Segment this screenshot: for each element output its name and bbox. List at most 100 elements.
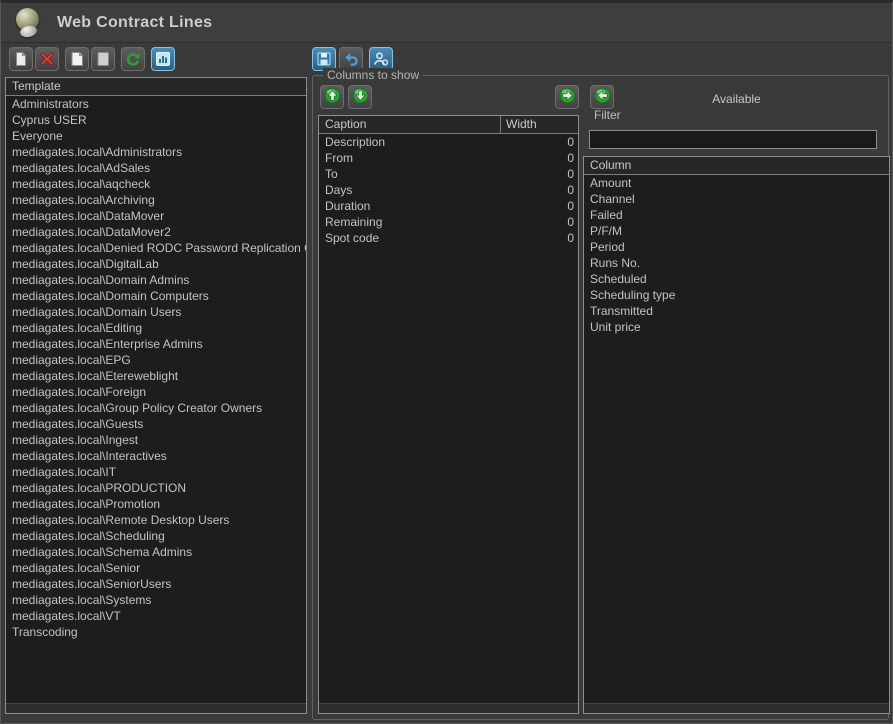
- filter-label: Filter: [594, 108, 621, 122]
- template-hscrollbar[interactable]: [6, 703, 306, 713]
- caption-column-header[interactable]: Caption: [319, 116, 500, 133]
- template-list-item[interactable]: mediagates.local\Scheduling: [6, 528, 306, 544]
- move-down-button[interactable]: [348, 85, 372, 109]
- new-document-button[interactable]: [9, 47, 33, 71]
- move-right-icon: [559, 87, 576, 107]
- template-list-item[interactable]: mediagates.local\Guests: [6, 416, 306, 432]
- caption-cell: From: [319, 150, 500, 166]
- caption-cell: Days: [319, 182, 500, 198]
- template-list-item[interactable]: mediagates.local\Domain Users: [6, 304, 306, 320]
- page-title: Web Contract Lines: [57, 14, 212, 32]
- paste-button[interactable]: [91, 47, 115, 71]
- width-cell: 0: [500, 150, 578, 166]
- move-down-icon: [352, 87, 369, 107]
- table-row[interactable]: Description 0: [319, 134, 578, 150]
- available-list-item[interactable]: Channel: [584, 191, 889, 207]
- template-list-item[interactable]: mediagates.local\IT: [6, 464, 306, 480]
- available-hscrollbar[interactable]: [584, 703, 889, 713]
- template-list-item[interactable]: mediagates.local\Domain Computers: [6, 288, 306, 304]
- available-list-item[interactable]: Period: [584, 239, 889, 255]
- template-list-item[interactable]: mediagates.local\Schema Admins: [6, 544, 306, 560]
- template-list-item[interactable]: mediagates.local\Domain Admins: [6, 272, 306, 288]
- refresh-button[interactable]: [121, 47, 145, 71]
- title-bar: Web Contract Lines: [1, 3, 892, 43]
- move-right-button[interactable]: [555, 85, 579, 109]
- caption-cell: Remaining: [319, 214, 500, 230]
- table-row[interactable]: From 0: [319, 150, 578, 166]
- template-list-item[interactable]: Administrators: [6, 96, 306, 112]
- template-list-item[interactable]: mediagates.local\DataMover: [6, 208, 306, 224]
- template-list-item[interactable]: mediagates.local\SeniorUsers: [6, 576, 306, 592]
- template-list-item[interactable]: mediagates.local\Systems: [6, 592, 306, 608]
- available-list-item[interactable]: Amount: [584, 175, 889, 191]
- template-list-item[interactable]: mediagates.local\Editing: [6, 320, 306, 336]
- template-list-item[interactable]: mediagates.local\Administrators: [6, 144, 306, 160]
- columns-table-header: Caption Width: [319, 116, 578, 134]
- columns-table-rows: Description 0 From 0 To 0 Days 0 Duratio…: [319, 134, 578, 702]
- available-list-panel: Column AmountChannelFailedP/F/MPeriodRun…: [583, 156, 890, 714]
- template-list-item[interactable]: mediagates.local\Denied RODC Password Re…: [6, 240, 306, 256]
- template-list-item[interactable]: mediagates.local\AdSales: [6, 160, 306, 176]
- width-column-header[interactable]: Width: [500, 116, 578, 133]
- move-up-icon: [324, 87, 341, 107]
- chart-icon: [155, 51, 171, 67]
- toolbar: [1, 45, 892, 75]
- width-cell: 0: [500, 182, 578, 198]
- caption-cell: To: [319, 166, 500, 182]
- undo-icon: [343, 51, 359, 67]
- template-list-item[interactable]: Transcoding: [6, 624, 306, 640]
- template-list-item[interactable]: mediagates.local\Foreign: [6, 384, 306, 400]
- caption-cell: Duration: [319, 198, 500, 214]
- template-list: AdministratorsCyprus USEREveryonemediaga…: [6, 96, 306, 702]
- width-cell: 0: [500, 166, 578, 182]
- template-list-item[interactable]: mediagates.local\DataMover2: [6, 224, 306, 240]
- available-list-item[interactable]: Unit price: [584, 319, 889, 335]
- template-list-item[interactable]: mediagates.local\Group Policy Creator Ow…: [6, 400, 306, 416]
- template-list-item[interactable]: mediagates.local\Remote Desktop Users: [6, 512, 306, 528]
- refresh-icon: [125, 51, 141, 67]
- paste-icon: [95, 51, 111, 67]
- column-list-header[interactable]: Column: [584, 157, 889, 175]
- available-list-item[interactable]: Transmitted: [584, 303, 889, 319]
- columns-table-hscrollbar[interactable]: [319, 703, 578, 713]
- template-list-item[interactable]: mediagates.local\Archiving: [6, 192, 306, 208]
- template-column-header[interactable]: Template: [6, 78, 306, 96]
- delete-icon: [39, 51, 55, 67]
- delete-button[interactable]: [35, 47, 59, 71]
- copy-button[interactable]: [65, 47, 89, 71]
- template-list-item[interactable]: Everyone: [6, 128, 306, 144]
- template-list-item[interactable]: mediagates.local\VT: [6, 608, 306, 624]
- width-cell: 0: [500, 214, 578, 230]
- table-row[interactable]: Remaining 0: [319, 214, 578, 230]
- template-list-item[interactable]: mediagates.local\DigitalLab: [6, 256, 306, 272]
- template-list-item[interactable]: mediagates.local\Enterprise Admins: [6, 336, 306, 352]
- copy-icon: [69, 51, 85, 67]
- chart-view-button[interactable]: [151, 47, 175, 71]
- available-list-item[interactable]: Scheduling type: [584, 287, 889, 303]
- table-row[interactable]: Spot code 0: [319, 230, 578, 246]
- save-icon: [316, 51, 332, 67]
- columns-to-show-group: Columns to show Caption Width: [312, 75, 889, 720]
- new-document-icon: [13, 51, 29, 67]
- filter-input[interactable]: [589, 130, 877, 149]
- table-row[interactable]: To 0: [319, 166, 578, 182]
- move-up-button[interactable]: [320, 85, 344, 109]
- template-list-item[interactable]: Cyprus USER: [6, 112, 306, 128]
- template-list-item[interactable]: mediagates.local\Ingest: [6, 432, 306, 448]
- table-row[interactable]: Days 0: [319, 182, 578, 198]
- available-title: Available: [583, 92, 890, 106]
- template-list-item[interactable]: mediagates.local\Interactives: [6, 448, 306, 464]
- available-list-item[interactable]: Runs No.: [584, 255, 889, 271]
- template-list-item[interactable]: mediagates.local\Senior: [6, 560, 306, 576]
- table-row[interactable]: Duration 0: [319, 198, 578, 214]
- template-list-item[interactable]: mediagates.local\Promotion: [6, 496, 306, 512]
- template-list-item[interactable]: mediagates.local\Etereweblight: [6, 368, 306, 384]
- available-list-item[interactable]: Failed: [584, 207, 889, 223]
- available-list-item[interactable]: P/F/M: [584, 223, 889, 239]
- width-cell: 0: [500, 230, 578, 246]
- user-icon: [373, 51, 389, 67]
- template-list-item[interactable]: mediagates.local\EPG: [6, 352, 306, 368]
- template-list-item[interactable]: mediagates.local\PRODUCTION: [6, 480, 306, 496]
- available-list-item[interactable]: Scheduled: [584, 271, 889, 287]
- template-list-item[interactable]: mediagates.local\aqcheck: [6, 176, 306, 192]
